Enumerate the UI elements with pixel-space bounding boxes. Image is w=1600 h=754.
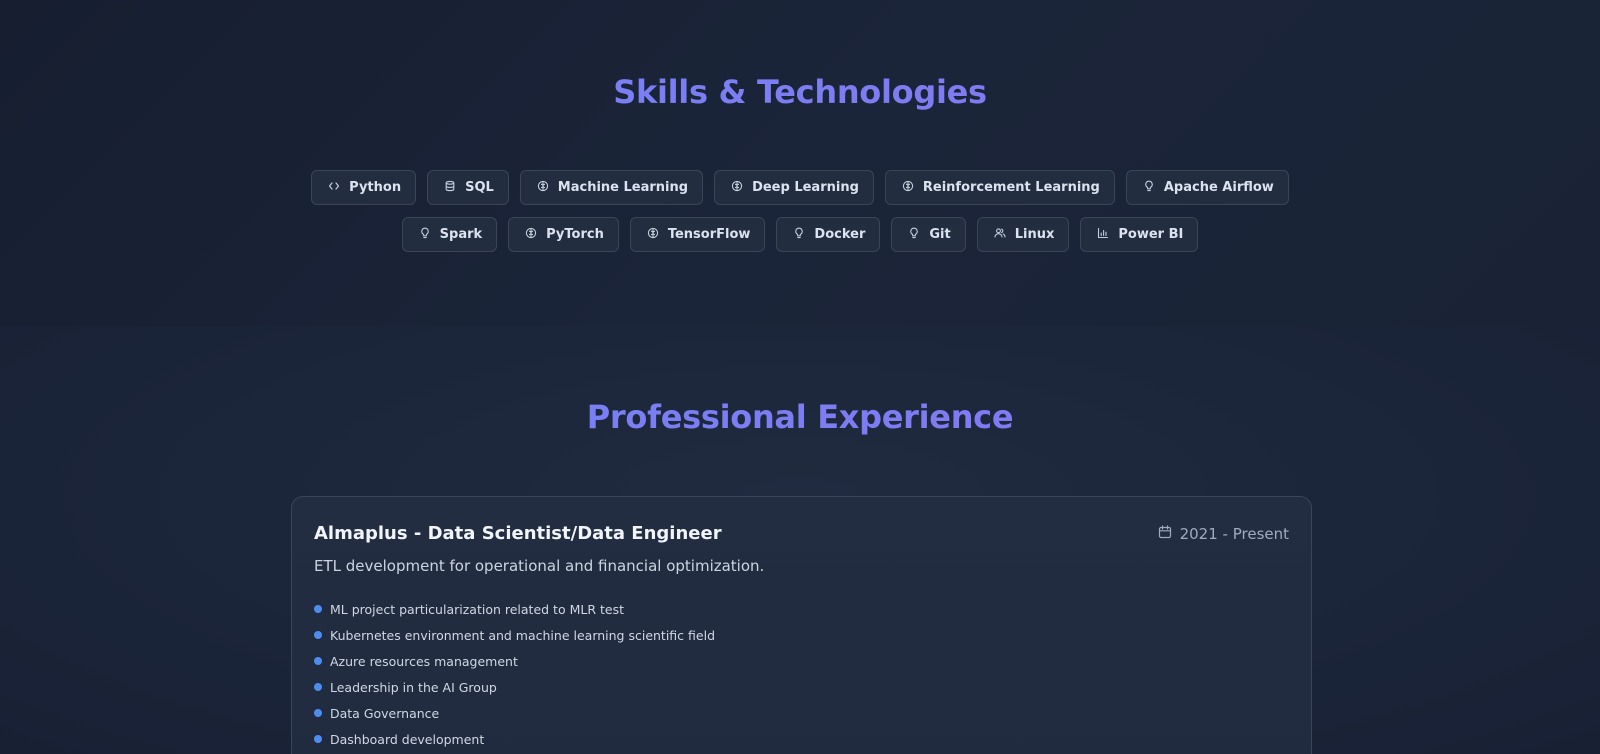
skill-label: Python — [349, 180, 402, 195]
bullet-icon — [314, 605, 322, 613]
skill-chip-power-bi: Power BI — [1080, 217, 1199, 252]
list-item: Kubernetes environment and machine learn… — [314, 622, 1289, 648]
bullet-icon — [314, 631, 322, 639]
lightbulb-icon — [793, 227, 805, 243]
skill-chip-sql: SQL — [427, 170, 509, 205]
experience-card: Almaplus - Data Scientist/Data Engineer … — [291, 496, 1312, 754]
lightbulb-icon — [419, 227, 431, 243]
job-period-text: 2021 - Present — [1179, 524, 1289, 543]
skill-label: Reinforcement Learning — [922, 180, 1100, 195]
calendar-icon — [1158, 524, 1172, 543]
skill-label: SQL — [465, 180, 494, 195]
job-description: ETL development for operational and fina… — [314, 557, 765, 575]
highlight-text: Dashboard development — [330, 731, 485, 747]
bullet-icon — [314, 657, 322, 665]
brain-icon — [731, 180, 743, 196]
list-item: Data Governance — [314, 700, 1289, 726]
list-item: Dashboard development — [314, 726, 1289, 752]
highlight-text: Leadership in the AI Group — [330, 679, 497, 695]
brain-icon — [647, 227, 659, 243]
experience-title: Professional Experience — [0, 398, 1600, 436]
bar-chart-icon — [1097, 227, 1109, 243]
brain-icon — [537, 180, 549, 196]
highlight-text: Data Governance — [330, 705, 440, 721]
job-highlights: ML project particularization related to … — [314, 596, 1289, 752]
skill-label: Power BI — [1118, 227, 1184, 242]
bullet-icon — [314, 735, 322, 743]
list-item: Azure resources management — [314, 648, 1289, 674]
skill-chip-reinforcement-learning: Reinforcement Learning — [884, 170, 1115, 205]
skill-label: Docker — [814, 227, 866, 242]
skills-title: Skills & Technologies — [0, 73, 1600, 111]
experience-card-header: Almaplus - Data Scientist/Data Engineer … — [314, 523, 1289, 544]
skill-label: PyTorch — [546, 227, 604, 242]
skill-label: Machine Learning — [557, 180, 689, 195]
brain-icon — [525, 227, 537, 243]
skill-chip-machine-learning: Machine Learning — [519, 170, 704, 205]
list-item: ML project particularization related to … — [314, 596, 1289, 622]
skill-chip-pytorch: PyTorch — [508, 217, 619, 252]
skill-chip-linux: Linux — [976, 217, 1070, 252]
skill-chip-apache-airflow: Apache Airflow — [1125, 170, 1289, 205]
highlight-text: ML project particularization related to … — [330, 601, 624, 617]
users-icon — [994, 227, 1006, 243]
highlight-text: Azure resources management — [330, 653, 518, 669]
skill-chip-docker: Docker — [776, 217, 881, 252]
skill-chip-deep-learning: Deep Learning — [714, 170, 874, 205]
lightbulb-icon — [1143, 180, 1155, 196]
job-period: 2021 - Present — [1158, 525, 1289, 543]
skill-chip-tensorflow: TensorFlow — [629, 217, 766, 252]
skills-list: Python SQL Machine Learning Deep Learnin… — [300, 170, 1300, 252]
skill-label: Deep Learning — [752, 180, 859, 195]
job-role: Almaplus - Data Scientist/Data Engineer — [314, 523, 722, 544]
brain-icon — [902, 180, 914, 196]
skill-chip-spark: Spark — [401, 217, 498, 252]
skill-chip-python: Python — [311, 170, 417, 205]
skill-label: TensorFlow — [667, 227, 751, 242]
skill-label: Linux — [1014, 227, 1055, 242]
highlight-text: Kubernetes environment and machine learn… — [330, 627, 715, 643]
skills-section: Skills & Technologies Python SQL Machine… — [0, 0, 1600, 326]
skill-label: Apache Airflow — [1163, 180, 1274, 195]
list-item: Leadership in the AI Group — [314, 674, 1289, 700]
bullet-icon — [314, 709, 322, 717]
lightbulb-icon — [908, 227, 920, 243]
skill-label: Git — [929, 227, 951, 242]
bullet-icon — [314, 683, 322, 691]
skill-chip-git: Git — [891, 217, 966, 252]
code-icon — [328, 180, 340, 196]
database-icon — [444, 180, 456, 196]
skill-label: Spark — [439, 227, 483, 242]
experience-section: Professional Experience Almaplus - Data … — [0, 326, 1600, 754]
